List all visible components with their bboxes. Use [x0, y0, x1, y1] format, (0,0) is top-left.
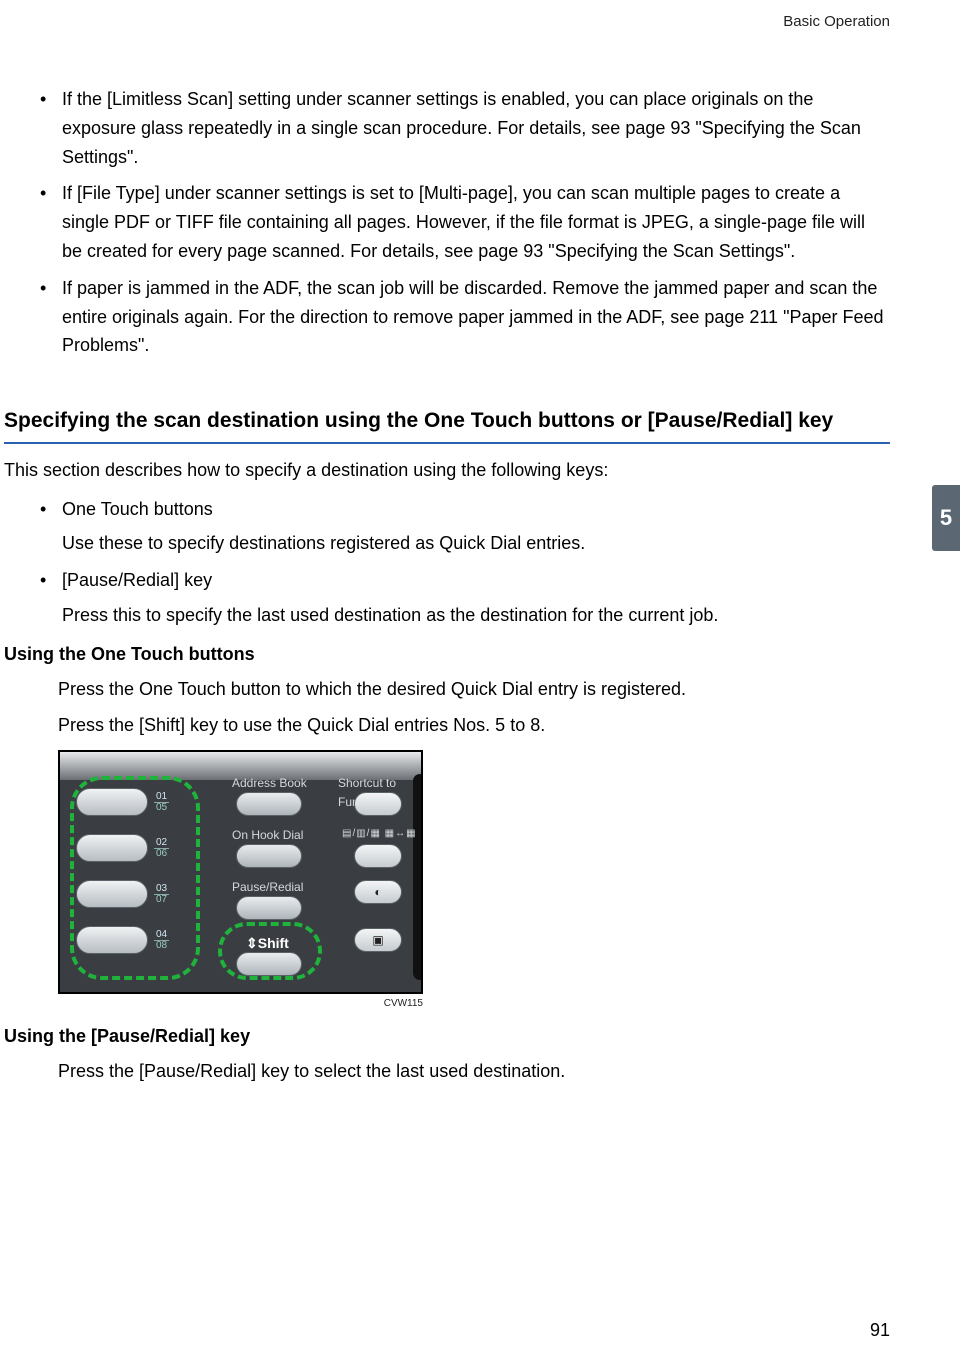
control-panel-illustration: 0105 0206 0307 0408 Addres [58, 750, 423, 994]
list-item-desc: Use these to specify destinations regist… [62, 529, 890, 558]
sub-heading-pause-redial: Using the [Pause/Redial] key [4, 1022, 890, 1051]
notes-list: If the [Limitless Scan] setting under sc… [36, 85, 890, 360]
paragraph: Press the [Shift] key to use the Quick D… [58, 711, 890, 740]
address-book-label: Address Book [232, 774, 307, 793]
id-copy-icons: ▤/▥/▦ ▦↔▦ [342, 826, 417, 842]
pause-redial-button [236, 896, 302, 920]
on-hook-dial-label: On Hook Dial [232, 826, 303, 845]
on-hook-dial-button [236, 844, 302, 868]
list-item: If [File Type] under scanner settings is… [36, 179, 890, 265]
figure-caption: CVW115 [58, 996, 423, 1012]
section-heading: Specifying the scan destination using th… [4, 404, 890, 438]
keys-list: One Touch buttons Use these to specify d… [36, 495, 890, 630]
list-item: If paper is jammed in the ADF, the scan … [36, 274, 890, 360]
list-item-desc: Press this to specify the last used dest… [62, 601, 890, 630]
highlight-shift [218, 922, 322, 980]
pause-redial-label: Pause/Redial [232, 878, 303, 897]
paragraph: Press the [Pause/Redial] key to select t… [58, 1057, 890, 1086]
list-item-title: [Pause/Redial] key [62, 566, 890, 595]
highlight-one-touch [70, 776, 200, 980]
preview-icon: ▣ [372, 931, 383, 950]
page-number: 91 [870, 1316, 890, 1345]
intro-text: This section describes how to specify a … [4, 456, 890, 485]
address-book-button [236, 792, 302, 816]
preview-button: ▣ [354, 928, 402, 952]
list-item: One Touch buttons Use these to specify d… [36, 495, 890, 559]
list-item: If the [Limitless Scan] setting under sc… [36, 85, 890, 171]
sub-heading-one-touch: Using the One Touch buttons [4, 640, 890, 669]
density-icon: ◐ [374, 883, 381, 902]
paragraph: Press the One Touch button to which the … [58, 675, 890, 704]
shortcut-func-button [354, 792, 402, 816]
density-button: ◐ [354, 880, 402, 904]
list-item: [Pause/Redial] key Press this to specify… [36, 566, 890, 630]
list-item-title: One Touch buttons [62, 495, 890, 524]
heading-rule [4, 442, 890, 444]
running-header: Basic Operation [783, 10, 890, 34]
id-copy-button [354, 844, 402, 868]
section-tab: 5 [932, 485, 960, 551]
